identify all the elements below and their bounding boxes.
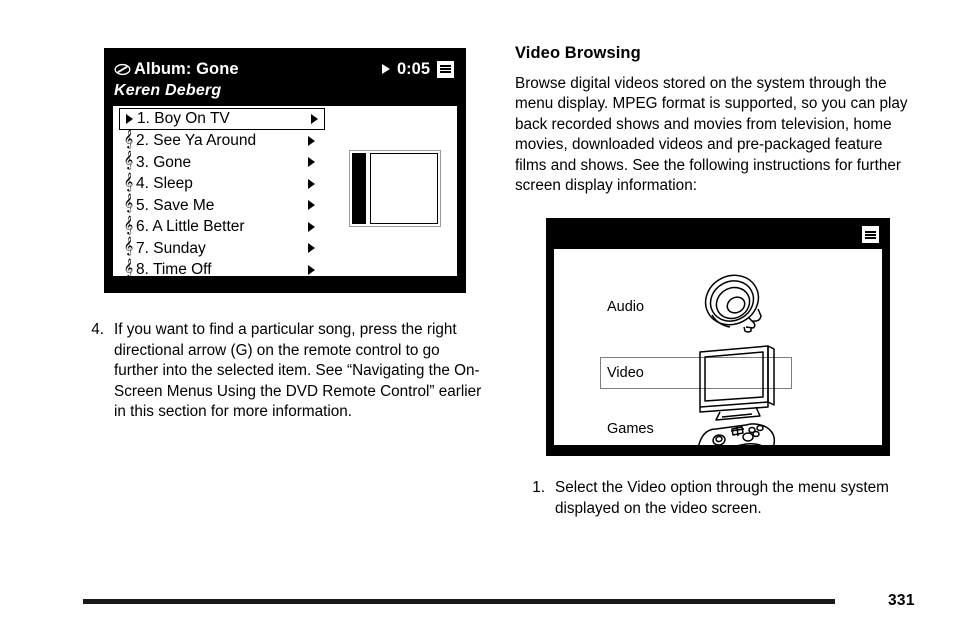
chevron-right-icon [308, 157, 315, 168]
menu-list-icon[interactable] [437, 60, 454, 78]
intro-paragraph: Browse digital videos stored on the syst… [515, 75, 908, 195]
track-label: 5. Save Me [136, 196, 215, 214]
chevron-right-icon [308, 221, 315, 232]
menu-list-icon[interactable] [862, 226, 879, 244]
step-text: Select the Video option through the menu… [555, 479, 889, 517]
album-artist: Keren Deberg [114, 82, 222, 99]
track-row[interactable]: 𝄞 8. Time Off [113, 259, 321, 277]
track-label: 4. Sleep [136, 175, 193, 192]
album-title-text: Album: Gone [134, 59, 239, 78]
television-icon [682, 344, 792, 422]
menu-option-audio-label[interactable]: Audio [607, 299, 644, 315]
step-item-left: 4. If you want to find a particular song… [88, 320, 488, 423]
track-row[interactable]: 𝄞 7. Sunday [113, 238, 321, 260]
chevron-right-icon [308, 178, 315, 189]
game-controller-icon [690, 417, 782, 446]
music-note-icon: 𝄞 [123, 152, 134, 170]
track-label: 6. A Little Better [136, 218, 245, 235]
track-row[interactable]: 𝄞 3. Gone [113, 152, 321, 174]
left-column: Album: Gone 0:05 Keren Deberg 1. Boy On … [91, 48, 504, 423]
menu-option-video-label[interactable]: Video [607, 365, 644, 381]
track-row[interactable]: 𝄞 6. A Little Better [113, 216, 321, 238]
step-item-right: 1. Select the Video option through the m… [529, 478, 909, 519]
step-number: 1. [532, 479, 545, 497]
play-triangle-icon [381, 64, 390, 74]
music-note-icon: 𝄞 [123, 259, 134, 277]
album-title-group: Album: Gone [114, 60, 239, 79]
music-note-icon: 𝄞 [123, 238, 134, 256]
right-column: Video Browsing Browse digital videos sto… [515, 44, 915, 519]
track-row[interactable]: 𝄞 5. Save Me [113, 195, 321, 217]
chevron-right-icon [308, 200, 315, 211]
step-number: 4. [91, 321, 104, 338]
music-note-icon: 𝄞 [123, 216, 134, 234]
video-menu-screen: Audio Video Games [546, 218, 890, 457]
track-list: 1. Boy On TV 𝄞 2. See Ya Around 𝄞 3. Gone 𝄞 4.… [113, 108, 457, 277]
manual-page: Album: Gone 0:05 Keren Deberg 1. Boy On … [0, 0, 954, 636]
album-screen-header: Album: Gone 0:05 Keren Deberg [112, 55, 458, 105]
disc-icon [114, 63, 131, 76]
chevron-right-icon [308, 243, 315, 254]
footer-divider [83, 599, 835, 604]
video-menu-canvas: Audio Video Games [554, 249, 882, 446]
album-status-group: 0:05 [381, 59, 454, 79]
track-row[interactable]: 𝄞 4. Sleep [113, 173, 321, 195]
track-label: 3. Gone [136, 153, 192, 171]
track-row[interactable]: 𝄞 2. See Ya Around [113, 130, 321, 152]
menu-option-games-label[interactable]: Games [607, 421, 654, 437]
speaker-icon [692, 271, 778, 335]
chevron-right-icon [311, 114, 318, 124]
track-label: 2. See Ya Around [136, 132, 257, 149]
album-player-screen: Album: Gone 0:05 Keren Deberg 1. Boy On … [104, 48, 466, 293]
step-text: If you want to find a particular song, p… [114, 321, 482, 420]
track-label: 7. Sunday [136, 239, 206, 257]
chevron-right-icon [308, 264, 315, 275]
track-label: 8. Time Off [136, 261, 212, 277]
video-screen-topbar [554, 226, 882, 247]
elapsed-time: 0:05 [396, 59, 430, 78]
page-number: 331 [888, 592, 915, 609]
music-note-icon: 𝄞 [123, 195, 134, 213]
music-note-icon: 𝄞 [123, 130, 134, 148]
album-track-panel: 1. Boy On TV 𝄞 2. See Ya Around 𝄞 3. Gone 𝄞 4.… [112, 105, 458, 277]
track-label: 1. Boy On TV [137, 110, 230, 128]
track-row[interactable]: 1. Boy On TV [119, 108, 325, 130]
page-title: Video Browsing [515, 44, 641, 62]
album-title-row: Album: Gone 0:05 [114, 57, 454, 81]
music-note-icon: 𝄞 [123, 173, 134, 191]
play-triangle-icon [122, 114, 137, 124]
chevron-right-icon [308, 135, 315, 146]
